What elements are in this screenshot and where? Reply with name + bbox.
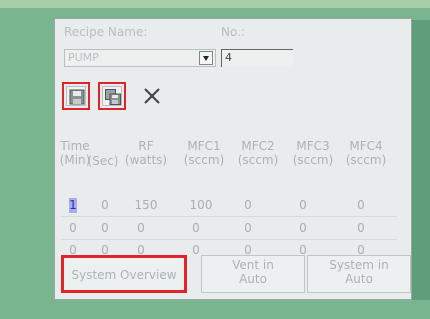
column-header-rf: RF (watts) [123,139,169,167]
bezel-top-edge [0,0,430,8]
cell-mfc1[interactable]: 0 [184,221,208,238]
save-as-button[interactable] [98,82,126,110]
cell-mfc2[interactable]: 0 [236,198,260,215]
column-header-sec: (Sec) [85,139,121,168]
system-overview-label: System Overview [71,268,177,282]
close-icon [144,88,160,104]
recipe-name-select[interactable]: PUMP [64,49,216,67]
cell-min[interactable]: 0 [59,221,87,238]
cell-rf[interactable]: 150 [129,198,163,215]
vent-line2: Auto [239,272,267,286]
bezel-shadow [412,20,430,300]
column-header-mfc3: MFC3 (sccm) [289,139,337,167]
system-overview-button[interactable]: System Overview [61,255,187,293]
recipe-no-label: No.: [221,25,245,39]
row-divider [61,239,397,240]
cell-sec[interactable]: 0 [93,221,117,238]
header-mfc1-unit: (sccm) [183,153,225,167]
system-in-auto-button[interactable]: System in Auto [307,255,411,293]
cell-mfc2[interactable]: 0 [236,221,260,238]
save-as-icon [105,89,121,105]
vent-in-auto-button[interactable]: Vent in Auto [201,255,305,293]
header-mfc4-unit: (sccm) [345,153,387,167]
header-mfc2-unit: (sccm) [237,153,279,167]
recipe-no-field[interactable]: 4 [221,49,293,67]
save-icon [69,89,85,105]
cell-mfc4[interactable]: 0 [349,221,373,238]
header-sec-unit: (Sec) [87,154,119,168]
header-mfc3: MFC3 [296,139,330,153]
cell-mfc3[interactable]: 0 [291,221,315,238]
column-header-mfc2: MFC2 (sccm) [234,139,282,167]
header-mfc1: MFC1 [187,139,221,153]
cell-rf[interactable]: 0 [129,221,153,238]
column-header-mfc4: MFC4 (sccm) [341,139,391,167]
header-rf-unit: (watts) [124,153,168,167]
recipe-name-value: PUMP [68,51,99,64]
cell-mfc1[interactable]: 100 [184,198,218,215]
cell-mfc4[interactable]: 0 [349,198,373,215]
system-line1: System in [329,258,389,272]
vent-line1: Vent in [232,258,274,272]
header-mfc3-unit: (sccm) [292,153,334,167]
header-mfc4: MFC4 [349,139,383,153]
chevron-down-icon[interactable] [199,51,213,65]
cell-sec[interactable]: 0 [93,198,117,215]
cell-mfc3[interactable]: 0 [291,198,315,215]
column-header-mfc1: MFC1 (sccm) [180,139,228,167]
touch-screen: Recipe Name: No.: PUMP 4 Time (Min) (Sec… [54,18,412,300]
system-line2: Auto [345,272,373,286]
row-divider [61,216,397,217]
close-button[interactable] [140,84,164,108]
recipe-name-label: Recipe Name: [64,25,148,39]
cell-min[interactable]: 1 [59,198,87,215]
header-sec-top [85,139,121,154]
recipe-no-value: 4 [225,51,232,64]
header-rf: RF [138,139,154,153]
header-mfc2: MFC2 [241,139,275,153]
save-button[interactable] [62,82,90,110]
